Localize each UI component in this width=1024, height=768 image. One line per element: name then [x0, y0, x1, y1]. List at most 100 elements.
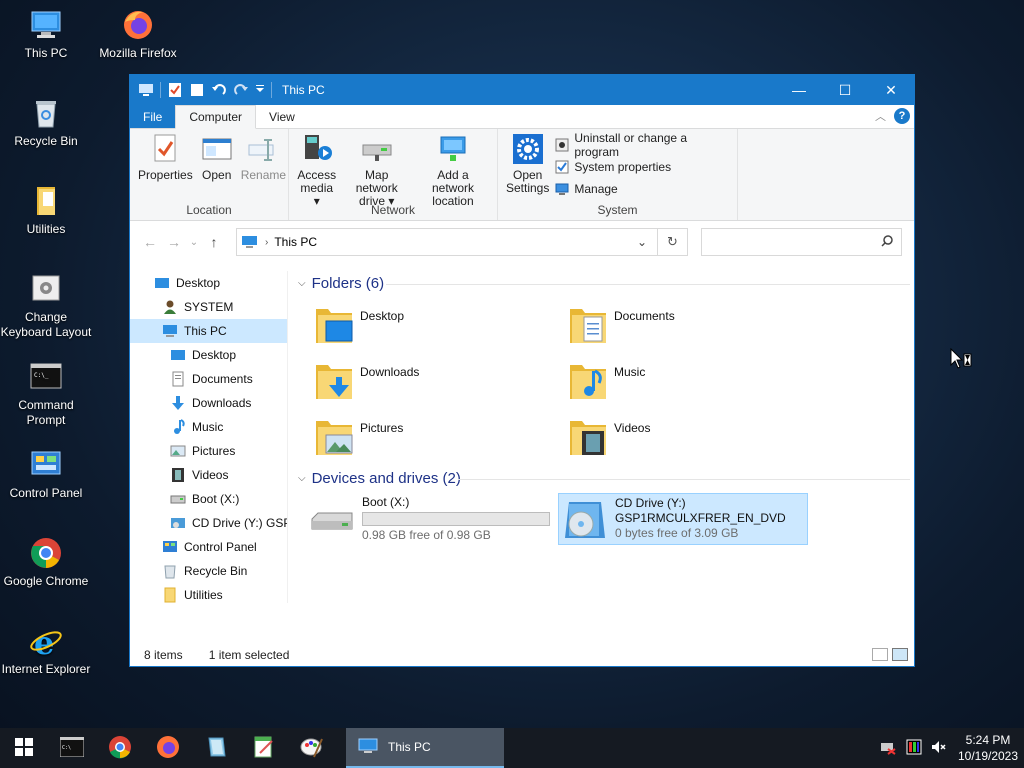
- status-bar: 8 items 1 item selected: [130, 644, 914, 666]
- pictures-folder-icon: [314, 415, 354, 457]
- undo-icon[interactable]: [211, 82, 227, 98]
- window-controls: — ☐ ✕: [776, 75, 914, 105]
- drive-tile-cd[interactable]: CD Drive (Y:) GSP1RMCULXFRER_EN_DVD 0 by…: [558, 493, 808, 545]
- refresh-button[interactable]: ↻: [657, 228, 688, 256]
- drive-volume-label: GSP1RMCULXFRER_EN_DVD: [615, 511, 786, 525]
- folder-tile-music[interactable]: Music: [568, 359, 818, 407]
- address-bar[interactable]: › This PC ⌄: [236, 228, 688, 256]
- recent-locations-button[interactable]: ⌄: [186, 237, 202, 248]
- desktop-icon-control-panel[interactable]: Control Panel: [0, 448, 94, 501]
- this-pc-small-icon: [138, 82, 154, 98]
- nav-item-cd-drive[interactable]: CD Drive (Y:) GSP1: [130, 511, 287, 535]
- taskbar-command-prompt[interactable]: C:\: [48, 728, 96, 768]
- large-icons-view-icon[interactable]: [892, 648, 908, 661]
- nav-item-this-pc[interactable]: This PC: [130, 319, 287, 343]
- desktop-icon-command-prompt[interactable]: C:\_ Command Prompt: [0, 360, 94, 428]
- volume-muted-icon[interactable]: [930, 739, 946, 758]
- content-pane: ⌵ Folders (6) Desktop Documents Download…: [288, 267, 914, 651]
- desktop-icon-firefox[interactable]: Mozilla Firefox: [90, 8, 186, 61]
- desktop-icon-internet-explorer[interactable]: e Internet Explorer: [0, 624, 94, 677]
- folder-tile-videos[interactable]: Videos: [568, 415, 818, 463]
- desktop-icon-chrome[interactable]: Google Chrome: [0, 536, 94, 589]
- desktop-icon-recycle-bin[interactable]: Recycle Bin: [0, 96, 94, 149]
- desktop-icon-change-keyboard[interactable]: Change Keyboard Layout: [0, 272, 94, 340]
- details-view-icon[interactable]: [872, 648, 888, 661]
- ribbon-group-network: Access media ▾ Map network drive ▾ Add a…: [289, 129, 498, 220]
- back-button[interactable]: ←: [138, 234, 162, 250]
- firefox-icon: [156, 735, 180, 762]
- taskbar-app-paint[interactable]: [288, 728, 336, 768]
- start-button[interactable]: [0, 728, 48, 768]
- manage-button[interactable]: Manage: [555, 180, 733, 197]
- videos-film-icon: [170, 467, 186, 483]
- settings-gear-icon: [512, 133, 544, 165]
- nav-item-videos[interactable]: Videos: [130, 463, 287, 487]
- nav-item-music[interactable]: Music: [130, 415, 287, 439]
- taskbar-app-editor[interactable]: [240, 728, 288, 768]
- collapse-ribbon-chevron-icon[interactable]: ︿: [875, 108, 886, 124]
- notepad-icon: [204, 735, 228, 762]
- help-button[interactable]: ?: [894, 108, 910, 124]
- new-folder-icon[interactable]: [189, 82, 205, 98]
- selection-count: 1 item selected: [208, 648, 290, 662]
- drive-icon: [170, 491, 186, 507]
- close-button[interactable]: ✕: [868, 75, 914, 105]
- forward-button[interactable]: →: [162, 234, 186, 250]
- taskbar-firefox[interactable]: [144, 728, 192, 768]
- nav-item-pictures[interactable]: Pictures: [130, 439, 287, 463]
- nav-item-documents[interactable]: Documents: [130, 367, 287, 391]
- internet-explorer-icon: e: [29, 624, 63, 662]
- redo-icon[interactable]: [233, 82, 249, 98]
- desktop-icon-this-pc[interactable]: This PC: [0, 8, 94, 61]
- taskbar-this-pc-window[interactable]: This PC: [346, 728, 504, 768]
- folder-tile-documents[interactable]: Documents: [568, 303, 818, 351]
- address-dropdown-button[interactable]: ⌄: [637, 235, 647, 249]
- network-tray-icon[interactable]: [880, 739, 896, 758]
- system-properties-button[interactable]: System properties: [555, 158, 733, 175]
- drives-group-header[interactable]: ⌵ Devices and drives (2): [298, 470, 910, 487]
- maximize-button[interactable]: ☐: [822, 75, 868, 105]
- desktop-icon-label: Utilities: [26, 222, 66, 236]
- nav-item-utilities[interactable]: Utilities: [130, 583, 287, 603]
- drive-tile-boot[interactable]: Boot (X:) 0.98 GB free of 0.98 GB: [306, 493, 552, 545]
- hard-drive-icon: [308, 495, 356, 543]
- nav-item-recycle-bin[interactable]: Recycle Bin: [130, 559, 287, 583]
- ribbon: Properties Open Rename Location Access m…: [130, 129, 914, 221]
- properties-check-icon[interactable]: [167, 82, 183, 98]
- up-button[interactable]: ↑: [202, 234, 226, 250]
- tab-view[interactable]: View: [256, 105, 308, 128]
- nav-item-system-user[interactable]: SYSTEM: [130, 295, 287, 319]
- folder-tile-pictures[interactable]: Pictures: [314, 415, 564, 463]
- drive-free-space: 0 bytes free of 3.09 GB: [615, 526, 739, 540]
- display-tray-icon[interactable]: [906, 739, 922, 758]
- nav-item-desktop[interactable]: Desktop: [130, 271, 287, 295]
- uninstall-program-button[interactable]: Uninstall or change a program: [555, 131, 733, 159]
- uninstall-icon: [555, 138, 569, 152]
- tab-computer[interactable]: Computer: [175, 105, 257, 129]
- view-buttons: [872, 648, 908, 661]
- nav-item-downloads[interactable]: Downloads: [130, 391, 287, 415]
- minimize-button[interactable]: —: [776, 75, 822, 105]
- breadcrumb[interactable]: This PC: [274, 235, 317, 249]
- navigation-pane: Desktop SYSTEM This PC Desktop Documents…: [130, 271, 288, 603]
- ribbon-group-label: Network: [370, 203, 415, 217]
- recycle-bin-icon: [29, 96, 63, 130]
- nav-item-boot-drive[interactable]: Boot (X:): [130, 487, 287, 511]
- desktop-icon-utilities[interactable]: Utilities: [0, 184, 94, 237]
- customize-toolbar-chevron-icon[interactable]: [255, 82, 265, 98]
- folder-tile-desktop[interactable]: Desktop: [314, 303, 564, 351]
- folder-tile-downloads[interactable]: Downloads: [314, 359, 564, 407]
- documents-folder-icon: [568, 303, 608, 345]
- taskbar-chrome[interactable]: [96, 728, 144, 768]
- cd-drive-icon: [170, 515, 186, 531]
- taskbar-app-notepad[interactable]: [192, 728, 240, 768]
- tab-file[interactable]: File: [130, 105, 176, 128]
- nav-item-control-panel[interactable]: Control Panel: [130, 535, 287, 559]
- clock[interactable]: 5:24 PM 10/19/2023: [952, 732, 1024, 764]
- search-input[interactable]: [708, 230, 878, 254]
- folders-group-header[interactable]: ⌵ Folders (6): [298, 275, 910, 292]
- search-box[interactable]: [701, 228, 902, 256]
- user-icon: [162, 299, 178, 315]
- title-bar[interactable]: This PC — ☐ ✕: [130, 75, 914, 105]
- nav-item-desktop-folder[interactable]: Desktop: [130, 343, 287, 367]
